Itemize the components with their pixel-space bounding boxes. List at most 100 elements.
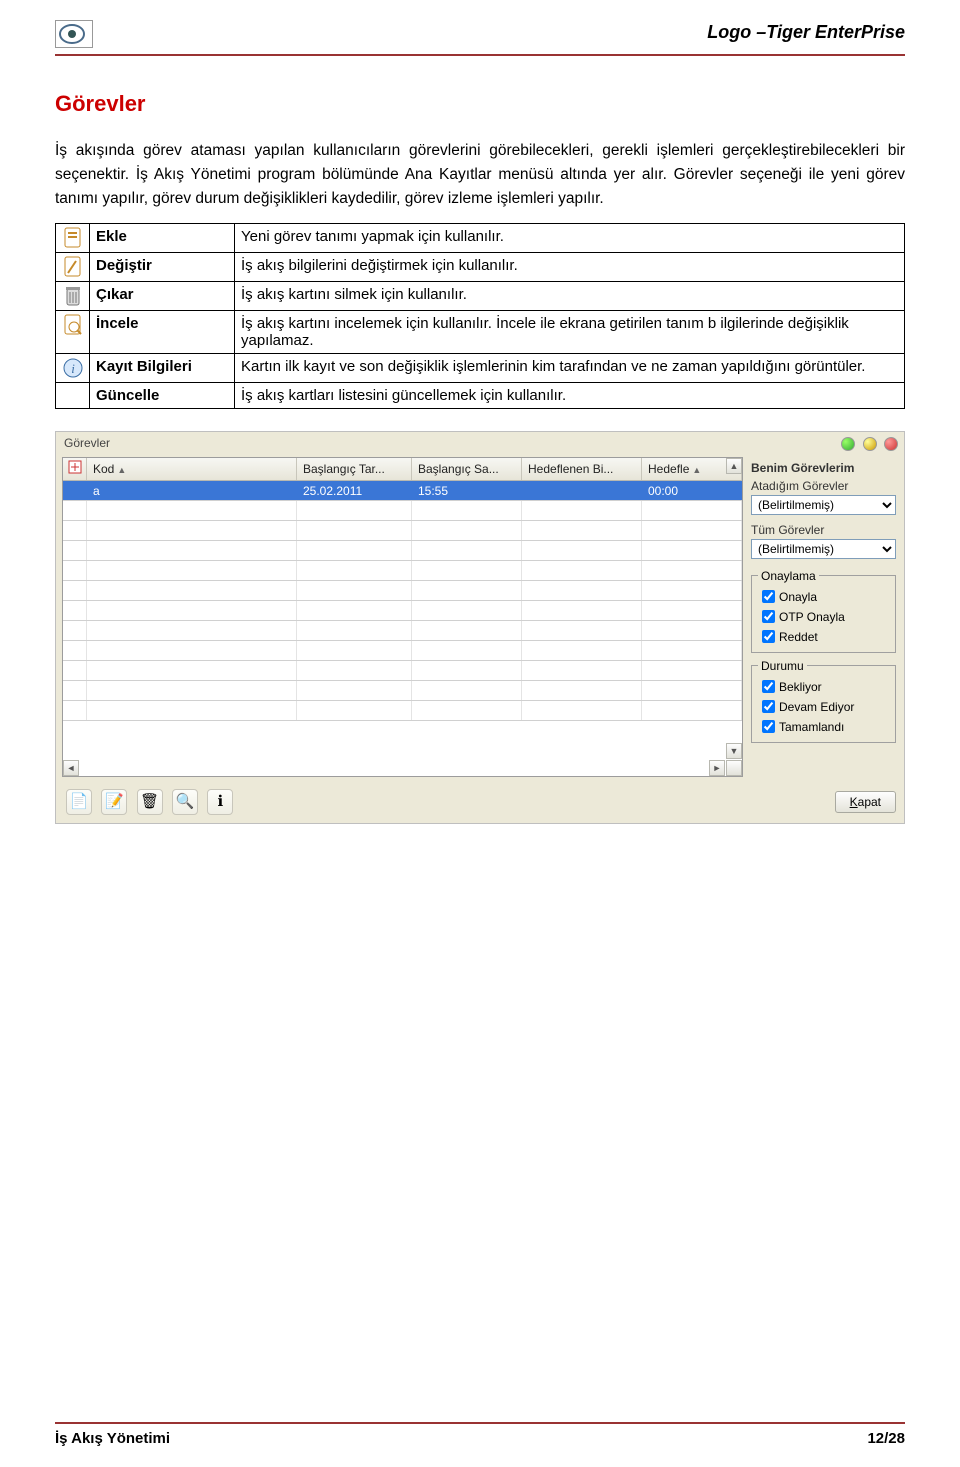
intro-paragraph: İş akışında görev ataması yapılan kullan… — [55, 139, 905, 211]
grid-row-empty[interactable] — [63, 661, 742, 681]
scroll-up-icon[interactable]: ▲ — [726, 458, 742, 474]
filter-sidebar: Benim Görevlerim Atadığım Görevler (Beli… — [749, 453, 904, 783]
grid-row-empty[interactable] — [63, 581, 742, 601]
table-row: İncele İş akış kartını incelemek için ku… — [56, 311, 905, 354]
degistir-label: Değiştir — [90, 253, 235, 282]
tasks-grid[interactable]: Kod▲ Başlangıç Tar... Başlangıç Sa... He… — [62, 457, 743, 777]
window-controls[interactable] — [837, 436, 898, 451]
grid-row-empty[interactable] — [63, 621, 742, 641]
col-hedeflenen-bi[interactable]: Hedeflenen Bi... — [522, 458, 642, 480]
chk-tamamlandi[interactable] — [762, 720, 775, 733]
chk-onayla-label: Onayla — [779, 590, 817, 604]
grid-row-empty[interactable] — [63, 561, 742, 581]
guncelle-desc: İş akış kartları listesini güncellemek i… — [235, 383, 905, 409]
guncelle-label: Güncelle — [90, 383, 235, 409]
grid-row-empty[interactable] — [63, 501, 742, 521]
footer-page: 12/28 — [867, 1430, 905, 1447]
scroll-right-icon[interactable]: ► — [709, 760, 725, 776]
kayit-desc: Kartın ilk kayıt ve son değişiklik işlem… — [235, 354, 905, 383]
cell-kod: a — [87, 481, 297, 500]
scroll-corner — [726, 760, 742, 776]
chk-bekliyor-label: Bekliyor — [779, 680, 822, 694]
close-button[interactable]: Kapat — [835, 791, 896, 813]
close-icon[interactable] — [884, 437, 898, 451]
chk-otp-onayla-label: OTP Onayla — [779, 610, 845, 624]
svg-text:i: i — [71, 361, 75, 376]
ekle-icon — [56, 224, 90, 253]
ekle-label: Ekle — [90, 224, 235, 253]
cikar-desc: İş akış kartını silmek için kullanılır. — [235, 282, 905, 311]
minimize-icon[interactable] — [841, 437, 855, 451]
col-kod[interactable]: Kod▲ — [87, 458, 297, 480]
grid-row-empty[interactable] — [63, 701, 742, 721]
footer-left: İş Akış Yönetimi — [55, 1430, 170, 1447]
toolbar-inspect-icon[interactable]: 🔍 — [172, 789, 198, 815]
toolbar: 📄 📝 🗑 🔍 ℹ — [66, 789, 239, 815]
approval-group: Onaylama Onayla OTP Onayla Reddet — [751, 569, 896, 653]
kayit-label: Kayıt Bilgileri — [90, 354, 235, 383]
chk-devam[interactable] — [762, 700, 775, 713]
chk-tamamlandi-label: Tamamlandı — [779, 720, 844, 734]
sort-asc-icon: ▲ — [117, 465, 126, 475]
approval-legend: Onaylama — [758, 569, 819, 583]
scroll-down-icon[interactable]: ▼ — [726, 743, 742, 759]
grid-row-empty[interactable] — [63, 601, 742, 621]
table-row: Çıkar İş akış kartını silmek için kullan… — [56, 282, 905, 311]
grid-row-empty[interactable] — [63, 681, 742, 701]
filter-my-tasks[interactable]: Benim Görevlerim — [751, 459, 896, 477]
chk-reddet[interactable] — [762, 630, 775, 643]
sort-asc-icon: ▲ — [692, 465, 701, 475]
toolbar-delete-icon[interactable]: 🗑 — [137, 789, 163, 815]
grid-header[interactable]: Kod▲ Başlangıç Tar... Başlangıç Sa... He… — [63, 458, 742, 481]
col-baslangic-tar[interactable]: Başlangıç Tar... — [297, 458, 412, 480]
ekle-desc: Yeni görev tanımı yapmak için kullanılır… — [235, 224, 905, 253]
status-legend: Durumu — [758, 659, 807, 673]
table-row: Güncelle İş akış kartları listesini günc… — [56, 383, 905, 409]
grid-row-selected[interactable]: a 25.02.2011 15:55 00:00 — [63, 481, 742, 501]
section-title: Görevler — [55, 91, 905, 117]
filter-all-tasks[interactable]: Tüm Görevler — [751, 521, 896, 539]
table-row: Ekle Yeni görev tanımı yapmak için kulla… — [56, 224, 905, 253]
commands-table: Ekle Yeni görev tanımı yapmak için kulla… — [55, 223, 905, 409]
chk-otp-onayla[interactable] — [762, 610, 775, 623]
cell-bastar: 25.02.2011 — [297, 481, 412, 500]
col-baslangic-sa[interactable]: Başlangıç Sa... — [412, 458, 522, 480]
filter-assigned-tasks[interactable]: Atadığım Görevler — [751, 477, 896, 495]
maximize-icon[interactable] — [863, 437, 877, 451]
table-row: Değiştir İş akış bilgilerini değiştirmek… — [56, 253, 905, 282]
logo-icon — [55, 20, 93, 48]
close-button-suffix: apat — [858, 795, 881, 809]
kayit-icon: i — [56, 354, 90, 383]
grid-row-empty[interactable] — [63, 541, 742, 561]
chk-devam-label: Devam Ediyor — [779, 700, 854, 714]
cell-hedefle: 00:00 — [642, 481, 742, 500]
status-group: Durumu Bekliyor Devam Ediyor Tamamlandı — [751, 659, 896, 743]
incele-label: İncele — [90, 311, 235, 354]
cell-hedefbi — [522, 481, 642, 500]
assigned-select[interactable]: (Belirtilmemiş) — [751, 495, 896, 515]
cikar-icon — [56, 282, 90, 311]
cell-bassa: 15:55 — [412, 481, 522, 500]
row-marker-header[interactable] — [63, 458, 87, 480]
all-tasks-select[interactable]: (Belirtilmemiş) — [751, 539, 896, 559]
tasks-window: Görevler Kod▲ Başlangıç Tar... Başlangıç… — [55, 431, 905, 824]
degistir-desc: İş akış bilgilerini değiştirmek için kul… — [235, 253, 905, 282]
cikar-label: Çıkar — [90, 282, 235, 311]
page-header: Logo –Tiger EnterPrise — [55, 20, 905, 56]
table-row: i Kayıt Bilgileri Kartın ilk kayıt ve so… — [56, 354, 905, 383]
toolbar-add-icon[interactable]: 📄 — [66, 789, 92, 815]
grid-row-empty[interactable] — [63, 641, 742, 661]
guncelle-icon — [56, 383, 90, 409]
page-footer: İş Akış Yönetimi 12/28 — [55, 1422, 905, 1447]
degistir-icon — [56, 253, 90, 282]
incele-desc: İş akış kartını incelemek için kullanılı… — [235, 311, 905, 354]
chk-onayla[interactable] — [762, 590, 775, 603]
app-title: Logo –Tiger EnterPrise — [707, 22, 905, 43]
window-title: Görevler — [64, 436, 110, 450]
scroll-left-icon[interactable]: ◄ — [63, 760, 79, 776]
incele-icon — [56, 311, 90, 354]
toolbar-edit-icon[interactable]: 📝 — [101, 789, 127, 815]
chk-bekliyor[interactable] — [762, 680, 775, 693]
grid-row-empty[interactable] — [63, 521, 742, 541]
toolbar-info-icon[interactable]: ℹ — [207, 789, 233, 815]
